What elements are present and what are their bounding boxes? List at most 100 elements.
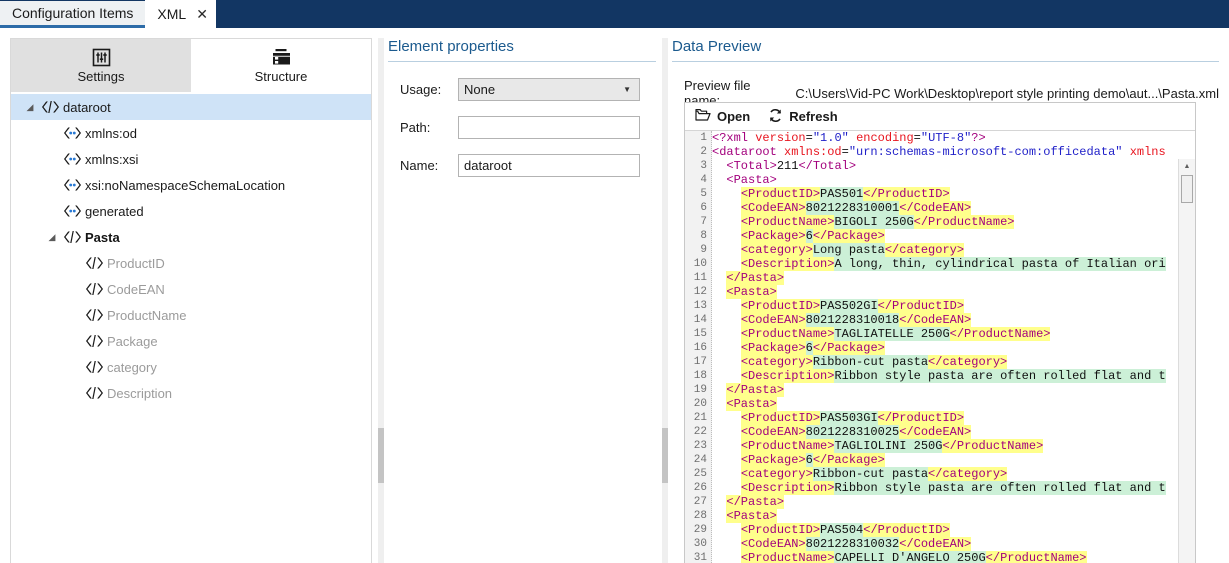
close-icon[interactable]: ✕ (196, 7, 208, 21)
path-input[interactable] (458, 116, 640, 139)
code-line[interactable]: <Package>6</Package> (712, 341, 1177, 355)
xml-structure-tree[interactable]: ◢datarootxmlns:odxmlns:xsi xsi:noNamespac… (11, 92, 371, 563)
tree-node-label: xsi:noNamespaceSchemaLocation (85, 178, 285, 193)
attribute-icon (59, 204, 85, 218)
tab-structure-label: Structure (255, 69, 308, 84)
name-input[interactable] (458, 154, 640, 177)
line-number: 22 (685, 425, 711, 439)
line-number: 3 (685, 159, 711, 173)
code-line[interactable]: <Package>6</Package> (712, 453, 1177, 467)
tab-xml[interactable]: XML ✕ (145, 0, 216, 28)
line-number: 18 (685, 369, 711, 383)
code-line[interactable]: <CodeEAN>8021228310025</CodeEAN> (712, 425, 1177, 439)
code-line[interactable]: <CodeEAN>8021228310032</CodeEAN> (712, 537, 1177, 551)
expand-collapse-icon[interactable]: ◢ (45, 232, 59, 243)
tree-node-pasta[interactable]: ◢ Pasta (11, 224, 371, 250)
line-number: 27 (685, 495, 711, 509)
tree-node-xmlns-xsi[interactable]: xmlns:xsi (11, 146, 371, 172)
tab-settings[interactable]: Settings (11, 39, 191, 92)
element-icon (81, 282, 107, 296)
code-line[interactable]: <ProductID>PAS501</ProductID> (712, 187, 1177, 201)
expand-collapse-icon[interactable]: ◢ (23, 102, 37, 113)
structure-icon (271, 47, 292, 67)
code-line[interactable]: <ProductName>TAGLIATELLE 250G</ProductNa… (712, 327, 1177, 341)
code-line[interactable]: <Description>Ribbon style pasta are ofte… (712, 481, 1177, 495)
tree-node-dataroot[interactable]: ◢dataroot (11, 94, 371, 120)
line-number: 24 (685, 453, 711, 467)
code-line[interactable]: <Total>211</Total> (712, 159, 1177, 173)
tree-node-productname[interactable]: ProductName (11, 302, 371, 328)
code-line[interactable]: <CodeEAN>8021228310001</CodeEAN> (712, 201, 1177, 215)
line-number: 5 (685, 187, 711, 201)
code-line[interactable]: <Description>Ribbon style pasta are ofte… (712, 369, 1177, 383)
element-properties-form: Usage: None ▼ Path: Name: (388, 78, 656, 177)
line-number-gutter: 1234567891011121314151617181920212223242… (685, 131, 712, 563)
splitter-left[interactable] (378, 38, 384, 563)
code-line[interactable]: <Pasta> (712, 285, 1177, 299)
code-line[interactable]: <ProductName>BIGOLI 250G</ProductName> (712, 215, 1177, 229)
code-view[interactable]: 1234567891011121314151617181920212223242… (685, 131, 1195, 563)
tree-node-label: Pasta (85, 230, 120, 245)
workspace: Settings Structure ◢datarootxmlns:odxmln… (0, 28, 1229, 563)
refresh-button[interactable]: Refresh (768, 108, 837, 126)
open-button-label: Open (717, 109, 750, 124)
tree-node-generated[interactable]: generated (11, 198, 371, 224)
refresh-button-label: Refresh (789, 109, 837, 124)
code-line[interactable]: <Pasta> (712, 509, 1177, 523)
attribute-icon (59, 152, 85, 166)
tree-node-category[interactable]: category (11, 354, 371, 380)
code-line[interactable]: <category>Ribbon-cut pasta</category> (712, 467, 1177, 481)
code-line[interactable]: </Pasta> (712, 383, 1177, 397)
tree-node-codeean[interactable]: CodeEAN (11, 276, 371, 302)
tree-node-xmlns-od[interactable]: xmlns:od (11, 120, 371, 146)
tree-node-label: category (107, 360, 157, 375)
splitter-right-grip[interactable] (662, 428, 668, 483)
open-button[interactable]: Open (695, 108, 750, 125)
code-line[interactable]: <Pasta> (712, 397, 1177, 411)
scrollbar-thumb[interactable] (1181, 175, 1193, 203)
usage-label: Usage: (400, 82, 458, 97)
code-line[interactable]: <ProductID>PAS503GI</ProductID> (712, 411, 1177, 425)
splitter-right[interactable] (662, 38, 668, 563)
code-line[interactable]: </Pasta> (712, 271, 1177, 285)
code-line[interactable]: <category>Long pasta</category> (712, 243, 1177, 257)
line-number: 9 (685, 243, 711, 257)
code-line[interactable]: <ProductName>CAPELLI D'ANGELO 250G</Prod… (712, 551, 1177, 563)
line-number: 26 (685, 481, 711, 495)
tree-node-label: generated (85, 204, 144, 219)
tree-node-productid[interactable]: ProductID (11, 250, 371, 276)
tree-node-package[interactable]: Package (11, 328, 371, 354)
name-label: Name: (400, 158, 458, 173)
code-line[interactable]: <dataroot xmlns:od="urn:schemas-microsof… (712, 145, 1177, 159)
code-line[interactable]: <Pasta> (712, 173, 1177, 187)
element-icon (81, 256, 107, 270)
code-line[interactable]: <Package>6</Package> (712, 229, 1177, 243)
tree-node-xsi-nonamespaceschemalocation[interactable]: xsi:noNamespaceSchemaLocation (11, 172, 371, 198)
code-line[interactable]: <?xml version="1.0" encoding="UTF-8"?> (712, 131, 1177, 145)
code-line[interactable]: <ProductID>PAS502GI</ProductID> (712, 299, 1177, 313)
code-content[interactable]: <?xml version="1.0" encoding="UTF-8"?><d… (712, 131, 1177, 563)
data-preview-title: Data Preview (672, 38, 1219, 62)
line-number: 20 (685, 397, 711, 411)
usage-select[interactable]: None ▼ (458, 78, 640, 101)
tab-configuration-items[interactable]: Configuration Items (0, 1, 145, 28)
tab-settings-label: Settings (78, 69, 125, 84)
code-vertical-scrollbar[interactable]: ▲ (1178, 159, 1195, 563)
tree-node-label: Description (107, 386, 172, 401)
name-row: Name: (400, 154, 656, 177)
code-line[interactable]: <CodeEAN>8021228310018</CodeEAN> (712, 313, 1177, 327)
code-line[interactable]: </Pasta> (712, 495, 1177, 509)
splitter-left-grip[interactable] (378, 428, 384, 483)
tab-structure[interactable]: Structure (191, 39, 371, 92)
tree-node-label: ProductName (107, 308, 186, 323)
tree-node-description[interactable]: Description (11, 380, 371, 406)
tree-node-label: CodeEAN (107, 282, 165, 297)
code-line[interactable]: <ProductID>PAS504</ProductID> (712, 523, 1177, 537)
line-number: 23 (685, 439, 711, 453)
line-number: 8 (685, 229, 711, 243)
scroll-up-arrow-icon[interactable]: ▲ (1179, 159, 1195, 174)
code-line[interactable]: <category>Ribbon-cut pasta</category> (712, 355, 1177, 369)
code-line[interactable]: <Description>A long, thin, cylindrical p… (712, 257, 1177, 271)
sliders-icon (92, 47, 111, 67)
code-line[interactable]: <ProductName>TAGLIOLINI 250G</ProductNam… (712, 439, 1177, 453)
